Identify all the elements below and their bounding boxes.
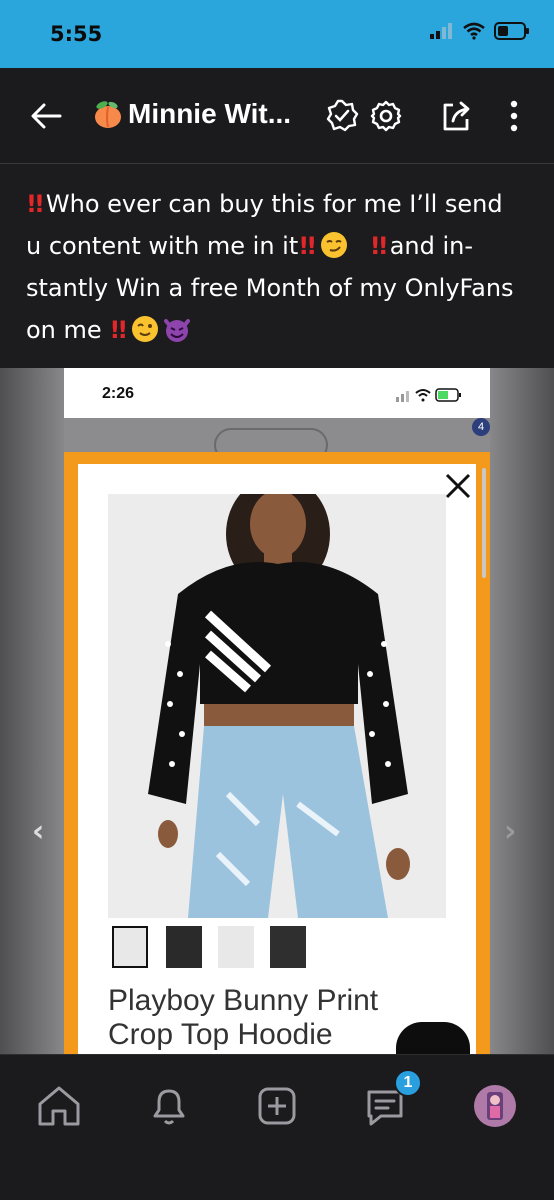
avatar bbox=[474, 1085, 516, 1127]
product-thumbnail-3[interactable] bbox=[218, 926, 254, 968]
peach-emoji-icon bbox=[95, 101, 121, 128]
embedded-chat-button bbox=[396, 1022, 470, 1054]
status-time: 5:55 bbox=[50, 22, 103, 46]
system-status-bar: 5:55 bbox=[0, 0, 554, 68]
share-icon bbox=[443, 101, 470, 131]
product-photo bbox=[108, 494, 446, 918]
bell-icon bbox=[153, 1089, 185, 1125]
double-exclamation-icon: !! bbox=[369, 232, 389, 260]
product-thumbnail-2[interactable] bbox=[166, 926, 202, 968]
embedded-store-nav: 4 bbox=[64, 418, 490, 462]
double-exclamation-icon: !! bbox=[26, 190, 45, 218]
caption-line-1: !! Who ever can buy this for me I’ll send bbox=[26, 190, 503, 218]
cellular-signal-icon bbox=[430, 23, 452, 39]
embedded-status-bar: 2:26 bbox=[64, 368, 490, 418]
next-media-button[interactable]: › bbox=[504, 814, 516, 849]
embedded-scrollbar bbox=[482, 468, 486, 578]
battery-icon bbox=[494, 22, 529, 40]
embedded-screenshot: 2:26 4 Playboy Bunny Print Crop Top Hood… bbox=[64, 368, 490, 1054]
caption-line-3: stantly Win a free Month of my OnlyFans bbox=[26, 274, 514, 302]
double-exclamation-icon: !! bbox=[298, 232, 317, 260]
verified-check-icon bbox=[326, 99, 359, 132]
close-icon bbox=[445, 473, 471, 499]
back-button[interactable] bbox=[26, 96, 66, 136]
previous-media-button[interactable]: ‹ bbox=[32, 814, 44, 849]
more-vertical-icon bbox=[510, 100, 518, 132]
smiling-devil-emoji-icon bbox=[164, 319, 191, 342]
home-icon bbox=[38, 1086, 80, 1126]
winking-face-emoji-icon bbox=[132, 316, 159, 342]
tab-home[interactable] bbox=[34, 1081, 84, 1131]
bottom-tab-bar bbox=[0, 1054, 554, 1200]
product-thumbnail-1[interactable] bbox=[112, 926, 148, 968]
settings-button[interactable] bbox=[366, 96, 406, 136]
embedded-product-modal: Playboy Bunny Print Crop Top Hoodie bbox=[78, 464, 486, 1054]
messages-badge: 1 bbox=[394, 1069, 422, 1097]
share-button[interactable] bbox=[436, 96, 476, 136]
chat-title-text: Minnie Wit... bbox=[128, 98, 292, 129]
add-square-icon bbox=[258, 1087, 296, 1125]
smirking-face-emoji-icon bbox=[321, 232, 348, 258]
arrow-left-icon bbox=[31, 103, 62, 129]
caption-line-2: u content with me in it!! !! and in- bbox=[26, 232, 474, 260]
embedded-product-modal-frame: Playboy Bunny Print Crop Top Hoodie bbox=[64, 452, 490, 1054]
chat-header: Minnie Wit... bbox=[0, 68, 554, 164]
tab-notifications[interactable] bbox=[144, 1081, 194, 1131]
chat-title[interactable]: Minnie Wit... bbox=[92, 98, 291, 130]
wifi-icon bbox=[463, 22, 485, 40]
product-thumbnail-4[interactable] bbox=[270, 926, 306, 968]
embedded-cart-count: 4 bbox=[472, 418, 490, 436]
post-caption: !! Who ever can buy this for me I’ll send… bbox=[0, 165, 554, 368]
product-photo-illustration bbox=[108, 494, 446, 918]
embedded-status-time: 2:26 bbox=[102, 385, 135, 402]
embedded-status-icons bbox=[396, 388, 461, 402]
verified-badge[interactable] bbox=[322, 96, 362, 136]
tab-profile[interactable] bbox=[470, 1081, 520, 1131]
gear-icon bbox=[370, 100, 402, 132]
more-options-button[interactable] bbox=[494, 96, 534, 136]
caption-line-4: on me !! bbox=[26, 309, 528, 351]
post-media-viewer[interactable]: ‹ › 2:26 4 Playboy Bunny Print Crop Top … bbox=[0, 368, 554, 1054]
status-icons bbox=[430, 22, 530, 40]
tab-create[interactable] bbox=[252, 1081, 302, 1131]
double-exclamation-icon: !! bbox=[109, 316, 128, 344]
